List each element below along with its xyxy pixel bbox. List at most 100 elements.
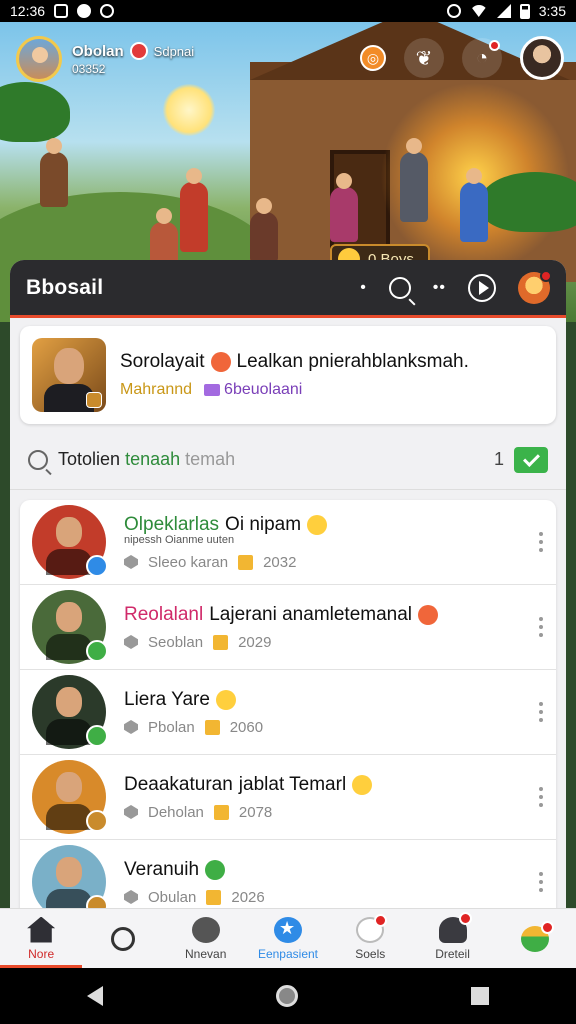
notification-icon bbox=[77, 4, 92, 18]
page-indicator-dots: • bbox=[360, 278, 367, 296]
notification-dot bbox=[47, 916, 56, 925]
contact-name: Deaakaturan bbox=[124, 773, 233, 795]
villager-illustration bbox=[330, 173, 358, 242]
palm-illustration bbox=[480, 172, 576, 232]
recents-icon[interactable] bbox=[471, 987, 490, 1005]
profile-avatar[interactable] bbox=[16, 36, 62, 82]
more-options-icon[interactable] bbox=[538, 532, 544, 552]
nav-item-person[interactable]: Dreteil bbox=[411, 909, 493, 968]
search-prefix: Totolien bbox=[58, 449, 121, 469]
notification-dot bbox=[458, 911, 472, 925]
battery-icon bbox=[519, 3, 530, 19]
contact-name: Olpeklarlas bbox=[124, 513, 220, 535]
more-options-icon[interactable] bbox=[538, 702, 544, 722]
contact-avatar[interactable] bbox=[32, 675, 108, 749]
result-count: 1 bbox=[493, 449, 504, 469]
featured-headline: Lealkan pnierahblanksmah. bbox=[236, 351, 469, 372]
nav-item-globe[interactable] bbox=[494, 909, 576, 968]
featured-card[interactable]: Sorolayait Lealkan pnierahblanksmah. Mah… bbox=[20, 326, 556, 424]
featured-tag-label: 6beuolaani bbox=[224, 381, 303, 398]
nav-item-bubble[interactable]: Soels bbox=[329, 909, 411, 968]
featured-subtitle: Mahrannd bbox=[120, 381, 193, 398]
nav-item-search[interactable] bbox=[82, 909, 164, 968]
calendar-icon bbox=[238, 554, 254, 570]
contact-avatar[interactable] bbox=[32, 505, 108, 579]
bottom-navigation: Nore Nnevan Eenpasient Soels Dreteil bbox=[0, 908, 576, 968]
profile-tag: Sdpnai bbox=[153, 43, 195, 59]
calendar-icon bbox=[213, 634, 229, 650]
profile-id: 03352 bbox=[72, 62, 106, 76]
person-icon bbox=[438, 911, 472, 943]
search-highlight: tenaah bbox=[125, 449, 181, 469]
status-bar: 12:36 3:35 bbox=[0, 0, 576, 22]
profile-name: Obolan bbox=[72, 42, 124, 60]
message-icon: ◔ bbox=[475, 46, 489, 69]
more-options-icon[interactable] bbox=[538, 787, 544, 807]
status-badge-icon bbox=[86, 640, 108, 662]
home-circle-icon[interactable] bbox=[275, 985, 298, 1007]
featured-avatar bbox=[32, 338, 106, 412]
contact-meta: Pbolan bbox=[148, 718, 195, 736]
contact-meta: Deholan bbox=[148, 803, 204, 821]
contact-name: Liera Yare bbox=[124, 688, 210, 710]
back-icon[interactable] bbox=[86, 986, 103, 1006]
list-item[interactable]: Liera Yare Pbolan 2060 bbox=[20, 670, 556, 755]
home-icon bbox=[27, 916, 56, 943]
nav-item-home[interactable]: Nore bbox=[0, 909, 83, 968]
featured-name: Sorolayait bbox=[120, 351, 205, 372]
profile-summary[interactable]: Obolan Sdpnai 03352 bbox=[16, 36, 194, 82]
calendar-icon bbox=[213, 804, 229, 820]
list-item[interactable]: Veranuih Obulan 2026 bbox=[20, 840, 556, 908]
tag-icon bbox=[124, 635, 138, 649]
search-icon[interactable] bbox=[388, 276, 411, 299]
contact-headline: Oi nipam bbox=[225, 513, 302, 535]
contact-headline: Lajerani anamletemanal bbox=[209, 603, 413, 625]
status-badge-icon bbox=[86, 555, 108, 577]
profile-badge-button[interactable] bbox=[518, 269, 552, 304]
list-item[interactable]: Reolalanl Lajerani anamletemanal Seoblan… bbox=[20, 585, 556, 670]
contact-avatar[interactable] bbox=[32, 845, 108, 908]
main-panel: Bbosail • •• Sorolayait Lealkan pnierahb… bbox=[10, 260, 566, 908]
signal-icon bbox=[496, 4, 511, 18]
contact-year: 2026 bbox=[231, 888, 265, 906]
status-time-right: 3:35 bbox=[538, 3, 566, 19]
list-item[interactable]: Deaakaturan jablat Temarl Deholan 2078 bbox=[20, 755, 556, 840]
notification-dot bbox=[540, 269, 552, 282]
more-options-icon[interactable] bbox=[538, 617, 544, 637]
leaf-button[interactable]: ❦ bbox=[404, 38, 444, 78]
more-options-icon[interactable] bbox=[538, 872, 544, 892]
nav-item-star[interactable]: Eenpasient bbox=[247, 909, 329, 968]
tag-icon bbox=[124, 805, 138, 819]
coin-button[interactable]: ◎ bbox=[360, 45, 386, 71]
coin-icon: ◎ bbox=[366, 49, 380, 66]
search-input[interactable]: Totolien tenaah temah bbox=[58, 449, 484, 470]
emoji-icon bbox=[307, 514, 328, 535]
notification-dot bbox=[374, 913, 388, 927]
contact-year: 2060 bbox=[229, 718, 264, 736]
contact-year: 2029 bbox=[238, 633, 272, 651]
villager-illustration bbox=[40, 138, 68, 207]
more-dots[interactable]: •• bbox=[433, 279, 446, 297]
system-navigation-bar bbox=[0, 968, 576, 1024]
contact-avatar[interactable] bbox=[32, 590, 108, 664]
nav-label: Nnevan bbox=[185, 946, 227, 961]
verified-badge-icon bbox=[86, 392, 102, 408]
list-item[interactable]: Olpeklarlas Oi nipam nipessh Oianme uute… bbox=[20, 500, 556, 585]
featured-tag[interactable]: 6beuolaani bbox=[204, 381, 302, 399]
confirm-check-button[interactable] bbox=[514, 446, 548, 473]
bubble-icon bbox=[356, 913, 388, 943]
emoji-icon bbox=[205, 859, 226, 880]
chat-icon bbox=[191, 916, 220, 943]
notification-dot bbox=[540, 920, 554, 934]
notification-dot bbox=[489, 40, 500, 51]
account-avatar-button[interactable] bbox=[520, 36, 564, 80]
contact-avatar[interactable] bbox=[32, 760, 108, 834]
status-badge-icon bbox=[86, 895, 108, 908]
palm-illustration bbox=[0, 82, 70, 142]
nav-item-chat[interactable]: Nnevan bbox=[165, 909, 247, 968]
message-button[interactable]: ◔ bbox=[462, 38, 502, 78]
search-row[interactable]: Totolien tenaah temah 1 bbox=[10, 430, 566, 490]
sync-icon bbox=[100, 4, 115, 18]
contact-list: Olpeklarlas Oi nipam nipessh Oianme uute… bbox=[20, 500, 556, 908]
play-button[interactable] bbox=[468, 273, 496, 302]
